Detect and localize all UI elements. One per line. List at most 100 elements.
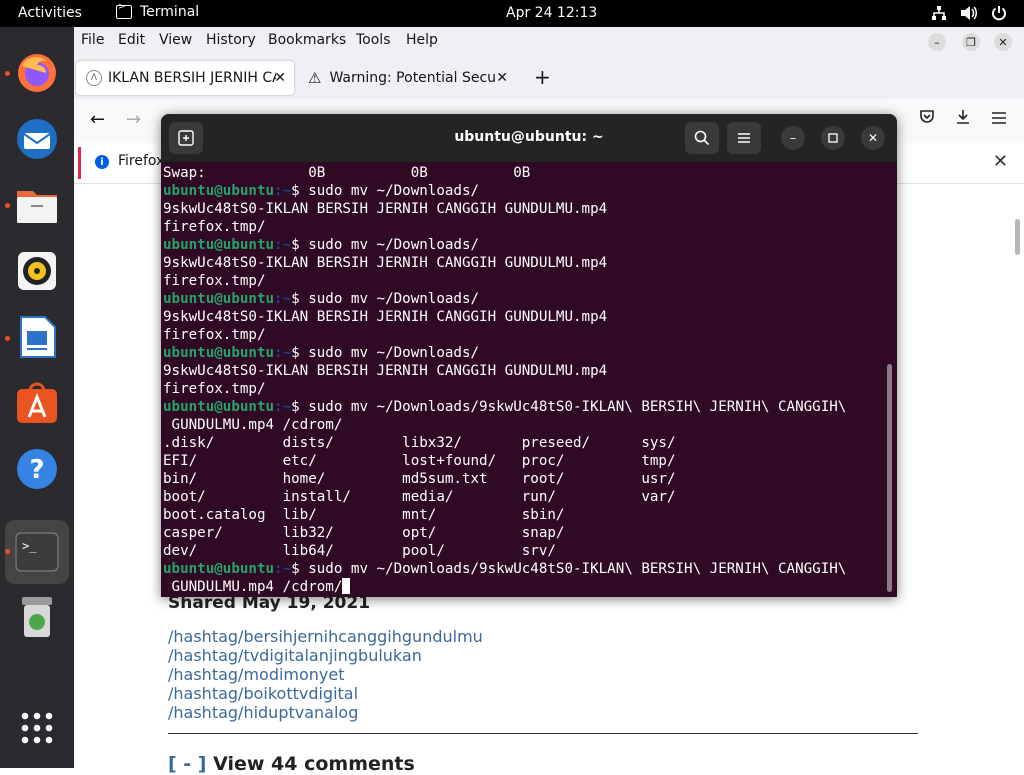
app-center-icon[interactable] <box>14 380 60 426</box>
svg-text:>_: >_ <box>22 539 37 553</box>
pocket-icon[interactable] <box>919 109 935 130</box>
tab-warning[interactable]: ⚠ Warning: Potential Securi ✕ <box>298 61 516 95</box>
hamburger-menu-icon[interactable] <box>991 109 1007 130</box>
tab-favicon-icon: Λ <box>86 70 102 86</box>
output-text: 9skwUc48tS0-IKLAN BERSIH JERNIH CANGGIH … <box>163 309 608 325</box>
terminal-output-line: 9skwUc48tS0-IKLAN BERSIH JERNIH CANGGIH … <box>163 254 885 272</box>
top-bar: Activities Terminal Apr 24 12:13 <box>0 0 1024 27</box>
hashtag-list: /hashtag/bersihjernihcanggihgundulmu /ha… <box>168 627 483 722</box>
close-icon[interactable]: ✕ <box>993 151 1008 172</box>
help-icon[interactable]: ? <box>14 446 60 492</box>
output-text: 9skwUc48tS0-IKLAN BERSIH JERNIH CANGGIH … <box>163 201 608 217</box>
terminal-launcher[interactable]: >_ <box>5 520 69 584</box>
thunderbird-icon[interactable] <box>14 116 60 162</box>
command-text: $ sudo mv ~/Downloads/ <box>291 345 480 361</box>
terminal-output[interactable]: Swap: 0B 0B 0B ubuntu@ubuntu:~$ sudo mv ~… <box>163 164 885 597</box>
menu-tools[interactable]: Tools <box>356 32 391 48</box>
maximize-button[interactable] <box>821 126 845 150</box>
prompt-path: :~ <box>274 561 292 577</box>
notification-text: Firefox <box>118 153 165 169</box>
terminal-command-line: ubuntu@ubuntu:~$ sudo mv ~/Downloads/9sk… <box>163 398 885 416</box>
back-icon[interactable]: ← <box>90 109 105 130</box>
terminal-output-line: Swap: 0B 0B 0B <box>163 164 885 182</box>
tab-title: IKLAN BERSIH JERNIH CA <box>108 70 276 86</box>
minimize-button[interactable]: – <box>928 33 946 51</box>
info-icon: i <box>95 155 109 169</box>
new-tab-button[interactable]: + <box>534 65 551 89</box>
terminal-output-line: GUNDULMU.mp4 /cdrom/ <box>163 578 885 596</box>
menu-history[interactable]: History <box>206 32 256 48</box>
dock: ? >_ <box>0 27 74 768</box>
hashtag-link[interactable]: /hashtag/boikottvdigital <box>168 684 483 703</box>
minimize-button[interactable]: – <box>781 126 805 150</box>
notification-accent <box>78 147 81 179</box>
activities-button[interactable]: Activities <box>18 5 82 21</box>
terminal-header[interactable]: ubuntu@ubuntu: ~ – ✕ <box>161 114 897 162</box>
running-indicator <box>5 336 10 341</box>
command-text: $ sudo mv ~/Downloads/9skwUc48tS0-IKLAN\… <box>291 561 847 577</box>
menu-bookmarks[interactable]: Bookmarks <box>268 32 346 48</box>
show-apps-icon[interactable] <box>14 705 60 751</box>
hashtag-link[interactable]: /hashtag/modimonyet <box>168 665 483 684</box>
tab-bar: Λ IKLAN BERSIH JERNIH CA ✕ ⚠ Warning: Po… <box>74 55 1024 99</box>
output-text: Swap: 0B 0B 0B <box>163 165 531 181</box>
comments-label[interactable]: View 44 comments <box>213 753 415 775</box>
terminal-output-line: firefox.tmp/ <box>163 326 885 344</box>
system-tray[interactable] <box>930 4 1008 22</box>
command-text: $ sudo mv ~/Downloads/ <box>291 237 480 253</box>
terminal-output-line: firefox.tmp/ <box>163 218 885 236</box>
menu-edit[interactable]: Edit <box>118 32 145 48</box>
command-text: $ sudo mv ~/Downloads/ <box>291 291 480 307</box>
hashtag-link[interactable]: /hashtag/tvdigitalanjingbulukan <box>168 646 483 665</box>
output-text: firefox.tmp/ <box>163 327 266 343</box>
hashtag-link[interactable]: /hashtag/bersihjernihcanggihgundulmu <box>168 627 483 646</box>
app-menu-label: Terminal <box>140 4 200 20</box>
clock[interactable]: Apr 24 12:13 <box>506 5 597 21</box>
output-text: 9skwUc48tS0-IKLAN BERSIH JERNIH CANGGIH … <box>163 255 608 271</box>
output-text: dev/ lib64/ pool/ srv/ <box>163 543 556 559</box>
files-icon[interactable] <box>14 182 60 228</box>
forward-icon[interactable]: → <box>126 109 141 130</box>
libreoffice-writer-icon[interactable] <box>14 314 60 360</box>
output-text: boot/ install/ media/ run/ var/ <box>163 489 676 505</box>
output-text: casper/ lib32/ opt/ snap/ <box>163 525 565 541</box>
terminal-command-line: ubuntu@ubuntu:~$ sudo mv ~/Downloads/9sk… <box>163 560 885 578</box>
prompt-user: ubuntu@ubuntu <box>163 345 275 361</box>
close-button[interactable]: ✕ <box>861 126 885 150</box>
terminal-output-line: 9skwUc48tS0-IKLAN BERSIH JERNIH CANGGIH … <box>163 308 885 326</box>
tab-iklan[interactable]: Λ IKLAN BERSIH JERNIH CA ✕ <box>76 61 294 95</box>
menu-file[interactable]: File <box>81 32 104 48</box>
menu-view[interactable]: View <box>159 32 192 48</box>
firefox-icon[interactable] <box>14 50 60 96</box>
terminal-output-line: casper/ lib32/ opt/ snap/ <box>163 524 885 542</box>
menu-help[interactable]: Help <box>406 32 438 48</box>
terminal-output-line: firefox.tmp/ <box>163 380 885 398</box>
tab-close-icon[interactable]: ✕ <box>496 70 508 86</box>
output-text: 9skwUc48tS0-IKLAN BERSIH JERNIH CANGGIH … <box>163 363 608 379</box>
rhythmbox-icon[interactable] <box>14 248 60 294</box>
tab-close-icon[interactable]: ✕ <box>274 70 286 86</box>
maximize-button[interactable]: ❐ <box>962 33 980 51</box>
network-icon <box>930 4 948 22</box>
terminal-scrollbar[interactable] <box>887 364 892 592</box>
running-indicator <box>5 203 10 208</box>
hashtag-link[interactable]: /hashtag/hiduptvanalog <box>168 703 483 722</box>
prompt-path: :~ <box>274 399 292 415</box>
collapse-toggle[interactable]: [ - ] <box>168 753 206 775</box>
volume-icon <box>960 4 978 22</box>
output-text: EFI/ etc/ lost+found/ proc/ tmp/ <box>163 453 676 469</box>
command-text: $ sudo mv ~/Downloads/ <box>291 183 480 199</box>
trash-icon[interactable] <box>14 594 60 640</box>
terminal-command-line: ubuntu@ubuntu:~$ sudo mv ~/Downloads/ <box>163 290 885 308</box>
output-text: .disk/ dists/ libx32/ preseed/ sys/ <box>163 435 676 451</box>
comments-toggle[interactable]: [ - ] View 44 comments <box>168 753 415 775</box>
downloads-icon[interactable] <box>955 109 971 130</box>
prompt-path: :~ <box>274 345 292 361</box>
search-icon[interactable] <box>685 122 719 154</box>
app-menu[interactable]: Terminal <box>116 2 200 20</box>
page-scrollbar[interactable] <box>1015 219 1020 255</box>
hamburger-menu-icon[interactable] <box>727 122 761 154</box>
output-text: firefox.tmp/ <box>163 381 266 397</box>
prompt-path: :~ <box>274 237 292 253</box>
close-button[interactable]: ✕ <box>994 33 1012 51</box>
